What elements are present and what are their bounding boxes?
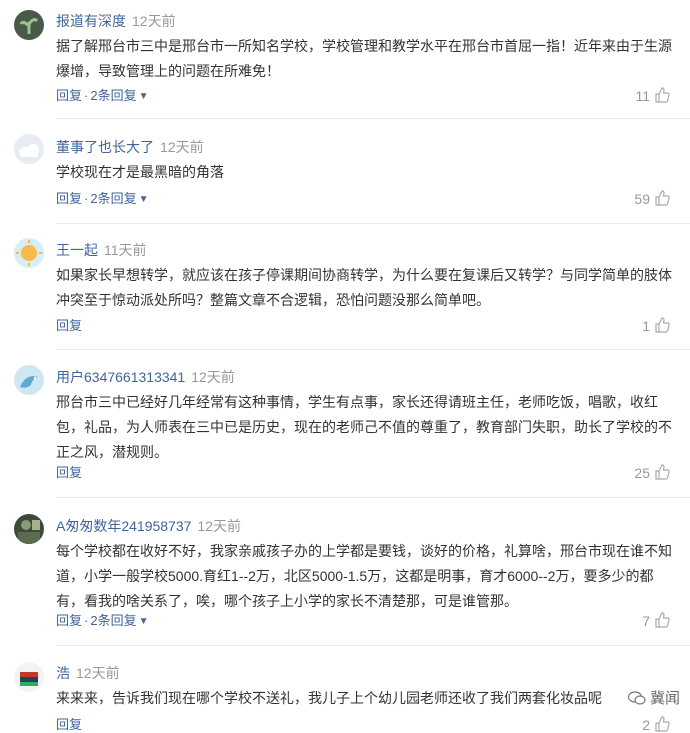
comment-text: 学校现在才是最黑暗的角落 xyxy=(56,164,224,180)
like-count: 59 xyxy=(634,191,650,207)
view-replies-button[interactable]: 2条回复 ▼ xyxy=(90,88,148,103)
photo-avatar-icon xyxy=(14,514,44,544)
chevron-down-icon: ▼ xyxy=(138,194,149,205)
thumbs-up-icon[interactable] xyxy=(654,612,670,628)
separator-dot: · xyxy=(84,191,89,206)
comment-actions: 回复 · 2条回复 ▼ xyxy=(56,88,149,105)
timestamp: 12天前 xyxy=(76,665,120,681)
username[interactable]: 浩 xyxy=(56,665,70,681)
timestamp: 12天前 xyxy=(160,139,204,155)
comment-item: A匆匆数年241958737 12天前 每个学校都在收好不好，我家亲戚孩子办的上学… xyxy=(0,500,690,650)
plant-avatar-icon xyxy=(14,10,44,40)
comment-item: 报道有深度 12天前 据了解邢台市三中是邢台市一所知名学校，学校管理和教学水平在邢… xyxy=(0,0,690,120)
thumbs-up-icon[interactable] xyxy=(654,87,670,103)
view-replies-button[interactable]: 2条回复 ▼ xyxy=(90,191,148,206)
replies-count: 2条回复 xyxy=(90,88,137,103)
reply-button[interactable]: 回复 xyxy=(56,613,82,628)
comment-meta: 董事了也长大了 12天前 xyxy=(56,138,204,156)
wechat-icon xyxy=(627,691,646,705)
timestamp: 12天前 xyxy=(132,13,176,29)
username[interactable]: 王一起 xyxy=(56,242,98,258)
bird-avatar-icon xyxy=(14,365,44,395)
like-count: 7 xyxy=(642,613,650,629)
comment-item: 浩 12天前 来来来，告诉我们现在哪个学校不送礼，我儿子上个幼儿园老师还收了我们两… xyxy=(0,650,690,733)
like-count: 1 xyxy=(642,318,650,334)
comment-text: 每个学校都在收好不好，我家亲戚孩子办的上学都是要钱，谈好的价格，礼算啥，邢台市现… xyxy=(56,543,672,609)
comment-text: 来来来，告诉我们现在哪个学校不送礼，我儿子上个幼儿园老师还收了我们两套化妆品呢 xyxy=(56,690,602,706)
username[interactable]: A匆匆数年241958737 xyxy=(56,518,191,534)
separator-dot: · xyxy=(84,88,89,103)
view-replies-button[interactable]: 2条回复 ▼ xyxy=(90,613,148,628)
divider xyxy=(56,645,690,646)
divider xyxy=(56,349,690,350)
comment-actions: 回复 · 2条回复 ▼ xyxy=(56,613,149,630)
watermark: 冀闻 xyxy=(627,687,680,708)
like-count: 11 xyxy=(635,88,650,104)
thumbs-up-icon[interactable] xyxy=(654,190,670,206)
timestamp: 11天前 xyxy=(104,242,147,258)
divider xyxy=(56,118,690,119)
comment-meta: 浩 12天前 xyxy=(56,664,120,682)
watermark-text: 冀闻 xyxy=(649,690,680,707)
avatar[interactable] xyxy=(14,514,44,544)
avatar[interactable] xyxy=(14,238,44,268)
thumbs-up-icon[interactable] xyxy=(654,464,670,480)
separator-dot: · xyxy=(84,613,89,628)
comment-text: 据了解邢台市三中是邢台市一所知名学校，学校管理和教学水平在邢台市首屈一指！近年来… xyxy=(56,38,672,79)
username[interactable]: 董事了也长大了 xyxy=(56,139,154,155)
comment-meta: 报道有深度 12天前 xyxy=(56,12,176,30)
chevron-down-icon: ▼ xyxy=(138,616,149,627)
timestamp: 12天前 xyxy=(197,518,241,534)
comment-actions: 回复 · 2条回复 ▼ xyxy=(56,191,149,208)
like-count: 25 xyxy=(634,465,650,481)
divider xyxy=(56,497,690,498)
comment-actions: 回复 xyxy=(56,465,82,481)
avatar[interactable] xyxy=(14,134,44,164)
comment-actions: 回复 xyxy=(56,717,82,733)
sun-avatar-icon xyxy=(14,238,44,268)
comment-meta: A匆匆数年241958737 12天前 xyxy=(56,517,241,535)
avatar[interactable] xyxy=(14,662,44,692)
comment-item: 董事了也长大了 12天前 学校现在才是最黑暗的角落 回复 · 2条回复 ▼ 59 xyxy=(0,120,690,224)
thumbs-up-icon[interactable] xyxy=(654,317,670,333)
username[interactable]: 用户6347661313341 xyxy=(56,369,185,385)
timestamp: 12天前 xyxy=(191,369,235,385)
cloud-avatar-icon xyxy=(14,134,44,164)
comment-item: 王一起 11天前 如果家长早想转学，就应该在孩子停课期间协商转学，为什么要在复课后… xyxy=(0,224,690,350)
reply-button[interactable]: 回复 xyxy=(56,465,82,480)
like-count: 2 xyxy=(642,717,650,733)
comment-meta: 王一起 11天前 xyxy=(56,241,147,259)
replies-count: 2条回复 xyxy=(90,613,137,628)
comment-text: 邢台市三中已经好几年经常有这种事情，学生有点事，家长还得请班主任，老师吃饭，唱歌… xyxy=(56,394,672,460)
comment-meta: 用户6347661313341 12天前 xyxy=(56,368,235,386)
reply-button[interactable]: 回复 xyxy=(56,191,82,206)
reply-button[interactable]: 回复 xyxy=(56,318,82,333)
replies-count: 2条回复 xyxy=(90,191,137,206)
comment-actions: 回复 xyxy=(56,318,82,334)
chevron-down-icon: ▼ xyxy=(138,91,149,102)
comment-text: 如果家长早想转学，就应该在孩子停课期间协商转学，为什么要在复课后又转学？与同学简… xyxy=(56,267,672,308)
reply-button[interactable]: 回复 xyxy=(56,88,82,103)
avatar[interactable] xyxy=(14,10,44,40)
comment-item: 用户6347661313341 12天前 邢台市三中已经好几年经常有这种事情，学生… xyxy=(0,351,690,501)
username[interactable]: 报道有深度 xyxy=(56,13,126,29)
avatar[interactable] xyxy=(14,365,44,395)
flag-avatar-icon xyxy=(14,662,44,692)
